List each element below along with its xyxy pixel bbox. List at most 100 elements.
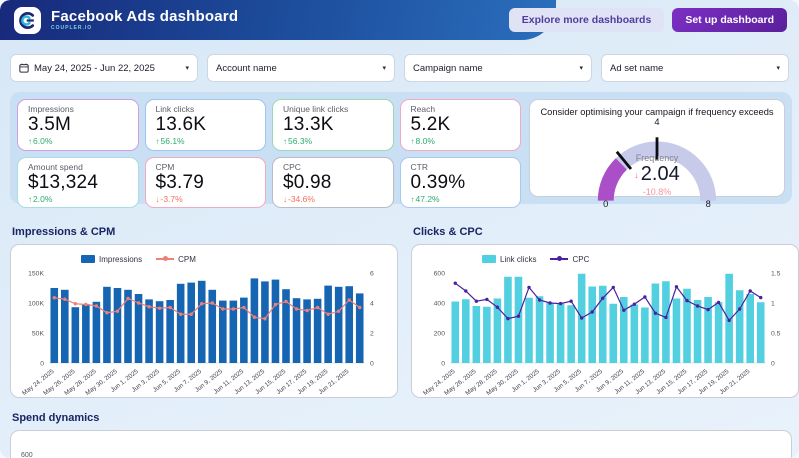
legend-bar-swatch: [81, 255, 95, 263]
legend-line-swatch: [156, 258, 174, 260]
chevron-down-icon: ▾: [185, 64, 189, 72]
delta-arrow-icon: ↑: [411, 195, 415, 204]
clicks-cpc-chart[interactable]: 020040060000.511.5May 24, 2025May 26, 20…: [420, 265, 792, 398]
spend-dynamics-chart-card: 600: [10, 430, 792, 458]
kpi-delta: ↓-34.6%: [283, 194, 383, 205]
logo-subtitle: COUPLER.IO: [51, 25, 238, 31]
svg-text:0: 0: [441, 361, 445, 368]
kpi-delta: ↑56.1%: [156, 136, 256, 147]
gauge-readout: Frequency ↓2.04 -10.8%: [562, 153, 752, 198]
delta-down-arrow-icon: ↓: [634, 170, 639, 180]
kpi-grid: Impressions 3.5M ↑6.0% Link clicks 13.6K…: [17, 99, 521, 197]
coupler-logo[interactable]: [14, 7, 41, 34]
calendar-icon: [19, 63, 29, 73]
kpi-delta: ↑47.2%: [411, 194, 511, 205]
kpi-value: $3.79: [156, 172, 256, 194]
gauge-note: Consider optimising your campaign if fre…: [538, 107, 776, 127]
kpi-delta: ↑8.0%: [411, 136, 511, 147]
chevron-down-icon: ▾: [382, 64, 386, 72]
kpi-card-cpc: CPC $0.98 ↓-34.6%: [272, 157, 394, 209]
header-banner: Facebook Ads dashboard COUPLER.IO: [0, 0, 556, 40]
spend-dynamics-title: Spend dynamics: [12, 412, 792, 424]
filter-bar: May 24, 2025 - Jun 22, 2025 ▾ Account na…: [10, 54, 789, 82]
kpi-label: Unique link clicks: [283, 104, 383, 114]
legend-item[interactable]: CPC: [550, 255, 589, 264]
legend-item[interactable]: Link clicks: [482, 255, 536, 264]
chart-legend: Impressions CPM: [81, 253, 391, 265]
gauge-value: 2.04: [641, 163, 680, 185]
kpi-value: 5.2K: [411, 114, 511, 136]
kpi-label: Reach: [411, 104, 511, 114]
ad-set-name-value: Ad set name: [610, 63, 771, 74]
delta-arrow-icon: ↑: [411, 137, 415, 146]
legend-bar-swatch: [482, 255, 496, 263]
kpi-value: 13.3K: [283, 114, 383, 136]
kpi-label: CTR: [411, 162, 511, 172]
kpi-card-ctr: CTR 0.39% ↑47.2%: [400, 157, 522, 209]
svg-text:150K: 150K: [28, 271, 44, 278]
campaign-name-filter[interactable]: Campaign name ▾: [404, 54, 592, 82]
delta-arrow-icon: ↑: [28, 137, 32, 146]
svg-text:1.5: 1.5: [771, 271, 781, 278]
coupler-logo-icon: [18, 11, 37, 30]
svg-text:200: 200: [434, 331, 446, 338]
kpi-delta: ↑56.3%: [283, 136, 383, 147]
gauge-delta: -10.8%: [562, 187, 752, 197]
kpi-delta: ↑6.0%: [28, 136, 128, 147]
svg-text:4: 4: [370, 301, 374, 308]
kpi-label: CPC: [283, 162, 383, 172]
legend-line-swatch: [550, 258, 568, 260]
kpi-label: Amount spend: [28, 162, 128, 172]
frequency-gauge-card: Consider optimising your campaign if fre…: [529, 99, 785, 197]
legend-item[interactable]: Impressions: [81, 255, 142, 264]
kpi-card-link-clicks: Link clicks 13.6K ↑56.1%: [145, 99, 267, 151]
dashboard-page: Facebook Ads dashboard COUPLER.IO Explor…: [0, 0, 799, 458]
svg-text:600: 600: [434, 271, 446, 278]
spend-dynamics-section: Spend dynamics 600: [10, 412, 792, 458]
legend-item[interactable]: CPM: [156, 255, 196, 264]
explore-more-dashboards-button[interactable]: Explore more dashboards: [509, 8, 665, 32]
delta-arrow-icon: ↓: [156, 195, 160, 204]
impressions-cpm-title: Impressions & CPM: [12, 226, 398, 238]
kpi-label: Impressions: [28, 104, 128, 114]
title-block: Facebook Ads dashboard COUPLER.IO: [51, 9, 238, 32]
svg-text:0: 0: [40, 361, 44, 368]
date-range-value: May 24, 2025 - Jun 22, 2025: [34, 63, 180, 74]
delta-arrow-icon: ↑: [156, 137, 160, 146]
svg-text:0: 0: [370, 361, 374, 368]
chevron-down-icon: ▾: [776, 64, 780, 72]
kpi-value: $0.98: [283, 172, 383, 194]
kpi-value: $13,324: [28, 172, 128, 194]
svg-text:0: 0: [771, 361, 775, 368]
kpi-delta: ↑2.0%: [28, 194, 128, 205]
kpi-delta: ↓-3.7%: [156, 194, 256, 205]
kpi-label: Link clicks: [156, 104, 256, 114]
svg-text:1: 1: [771, 301, 775, 308]
svg-text:8: 8: [706, 199, 711, 209]
gauge-metric-label: Frequency: [562, 153, 752, 163]
kpi-card-amount-spend: Amount spend $13,324 ↑2.0%: [17, 157, 139, 209]
date-range-filter[interactable]: May 24, 2025 - Jun 22, 2025 ▾: [10, 54, 198, 82]
ad-set-name-filter[interactable]: Ad set name ▾: [601, 54, 789, 82]
impressions-cpm-section: Impressions & CPM Impressions CPM 0 50K 100…: [10, 226, 398, 398]
svg-text:50K: 50K: [32, 331, 45, 338]
kpi-label: CPM: [156, 162, 256, 172]
clicks-cpc-section: Clicks & CPC Link clicksCPC 020040060000…: [411, 226, 799, 398]
account-name-filter[interactable]: Account name ▾: [207, 54, 395, 82]
kpi-card-impressions: Impressions 3.5M ↑6.0%: [17, 99, 139, 151]
charts-row: Impressions & CPM ImpressionsCPM 050K100…: [10, 226, 792, 398]
clicks-cpc-title: Clicks & CPC: [413, 226, 799, 238]
svg-text:0: 0: [603, 199, 608, 209]
kpi-value: 0.39%: [411, 172, 511, 194]
page-title: Facebook Ads dashboard: [51, 9, 238, 25]
svg-text:100K: 100K: [28, 301, 44, 308]
set-up-dashboard-button[interactable]: Set up dashboard: [672, 8, 787, 32]
delta-arrow-icon: ↑: [28, 195, 32, 204]
svg-text:0.5: 0.5: [771, 331, 781, 338]
frequency-gauge: 0 8 Frequency ↓2.04 -10.8%: [562, 128, 752, 194]
impressions-cpm-chart-card: ImpressionsCPM 050K100K150K0246May 24, 2…: [10, 244, 398, 398]
clicks-cpc-chart-card: Link clicksCPC 020040060000.511.5May 24,…: [411, 244, 799, 398]
axis-tick-label: 600: [21, 452, 33, 458]
impressions-cpm-chart[interactable]: 050K100K150K0246May 24, 2025May 26, 2025…: [19, 265, 391, 398]
kpi-panel: Impressions 3.5M ↑6.0% Link clicks 13.6K…: [10, 92, 792, 204]
